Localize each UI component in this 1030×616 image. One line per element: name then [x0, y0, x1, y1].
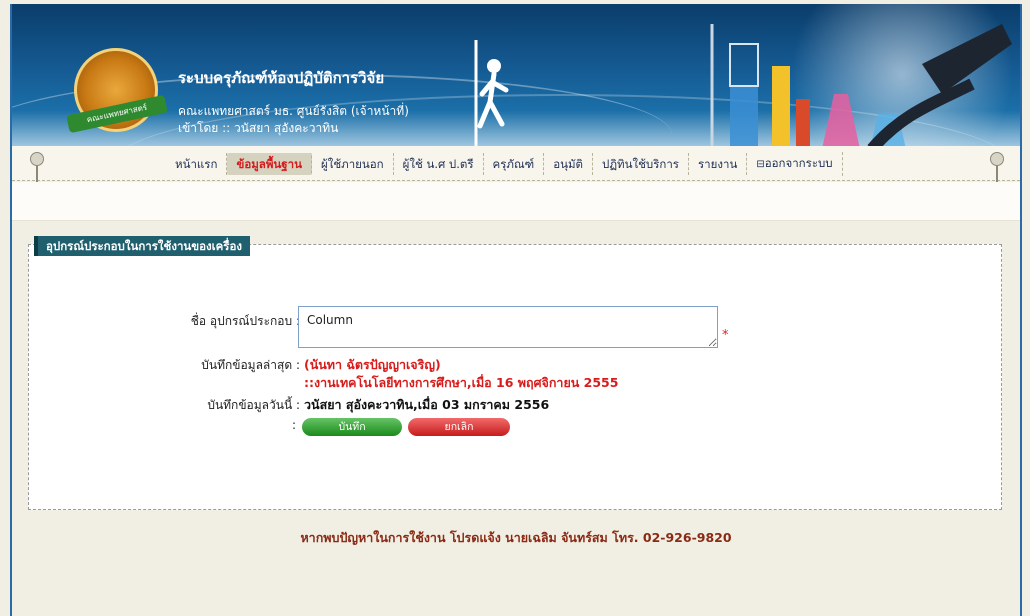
- last-record-label: บันทึกข้อมูลล่าสุด :: [201, 358, 300, 372]
- logout-icon: ⊟: [756, 159, 765, 170]
- page-frame: คณะแพทยศาสตร์ ระบบครุภัณฑ์ห้องปฏิบัติการ…: [10, 4, 1022, 616]
- footer-contact: หากพบปัญหาในการใช้งาน โปรดแจ้ง นายเฉลิม …: [300, 530, 732, 545]
- section-title: อุปกรณ์ประกอบในการใช้งานของเครื่อง: [34, 236, 250, 256]
- last-record-detail: ::งานเทคโนโลยีทางการศึกษา,เมื่อ 16 พฤศจิ…: [304, 375, 619, 390]
- menu-item-reports[interactable]: รายงาน: [689, 153, 748, 175]
- equipment-name-label: ชื่อ อุปกรณ์ประกอบ :: [190, 314, 300, 328]
- running-figure-icon: [474, 40, 509, 146]
- menu-item-logout-label: ออกจากระบบ: [764, 156, 833, 170]
- lab-equipment-illustration: [710, 24, 1012, 146]
- menu-item-basic-data[interactable]: ข้อมูลพื้นฐาน: [227, 153, 312, 175]
- save-button[interactable]: บันทึก: [302, 418, 402, 436]
- content-top-strip: [12, 182, 1020, 221]
- equipment-name-input[interactable]: Column: [298, 306, 718, 348]
- login-line: เข้าโดย :: วนัสยา สุอังคะวาทิน: [178, 121, 339, 135]
- menu-item-home[interactable]: หน้าแรก: [166, 153, 228, 175]
- required-mark: *: [722, 328, 729, 343]
- main-menu: หน้าแรก ข้อมูลพื้นฐาน ผู้ใช้ภายนอก ผู้ใช…: [166, 152, 843, 176]
- menu-item-undergrad-users[interactable]: ผู้ใช้ น.ศ ป.ตรี: [394, 153, 484, 175]
- buttons-colon: :: [292, 418, 297, 432]
- last-record-user: (นันทา ฉัตรปัญญาเจริญ): [304, 357, 441, 372]
- menu-item-equipment[interactable]: ครุภัณฑ์: [484, 153, 545, 175]
- menu-item-external-users[interactable]: ผู้ใช้ภายนอก: [312, 153, 394, 175]
- main-menu-bar: หน้าแรก ข้อมูลพื้นฐาน ผู้ใช้ภายนอก ผู้ใช…: [12, 146, 1020, 208]
- today-record-label: บันทึกข้อมูลวันนี้ :: [207, 398, 300, 412]
- system-title: ระบบครุภัณฑ์ห้องปฏิบัติการวิจัย: [178, 69, 385, 87]
- faculty-logo: คณะแพทยศาสตร์: [66, 48, 168, 134]
- menu-item-logout[interactable]: ⊟ออกจากระบบ: [747, 152, 843, 176]
- cancel-button[interactable]: ยกเลิก: [408, 418, 510, 436]
- today-record-value: วนัสยา สุอังคะวาทิน,เมื่อ 03 มกราคม 2556: [304, 397, 550, 412]
- header-banner: คณะแพทยศาสตร์ ระบบครุภัณฑ์ห้องปฏิบัติการ…: [12, 4, 1020, 146]
- menu-item-approval[interactable]: อนุมัติ: [544, 153, 594, 175]
- menu-item-service-calendar[interactable]: ปฏิทินใช้บริการ: [593, 153, 689, 175]
